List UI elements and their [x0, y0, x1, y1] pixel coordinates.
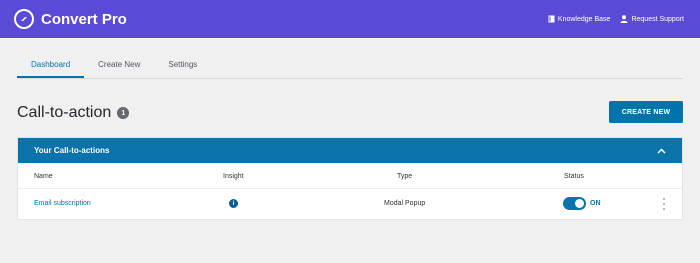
page-title: Call-to-action — [17, 104, 112, 121]
cta-panel: Your Call-to-actions Name Insight Type S… — [17, 137, 683, 220]
knowledge-base-link[interactable]: Knowledge Base — [548, 15, 611, 23]
tab-dashboard[interactable]: Dashboard — [17, 56, 85, 78]
column-status: Status — [564, 173, 584, 180]
person-icon — [620, 15, 628, 23]
knowledge-base-label: Knowledge Base — [557, 15, 611, 23]
title-row: Call-to-action 1 CREATE NEW — [17, 101, 683, 125]
nav-tabs: Dashboard Create New Settings — [17, 56, 683, 79]
column-insight: Insight — [223, 173, 244, 180]
top-header: Convert Pro Knowledge Base Request Suppo… — [0, 0, 700, 38]
column-name: Name — [34, 173, 53, 180]
brand[interactable]: Convert Pro — [14, 9, 127, 29]
convert-pro-logo-icon — [14, 9, 34, 29]
tab-create-new[interactable]: Create New — [84, 56, 154, 78]
table-row: Email subscription i Modal Popup ON — [18, 189, 682, 220]
table-header: Name Insight Type Status — [18, 163, 682, 189]
brand-name: Convert Pro — [41, 10, 127, 28]
info-icon[interactable]: i — [229, 199, 238, 208]
column-type: Type — [397, 173, 413, 180]
status-label: ON — [590, 200, 601, 207]
request-support-link[interactable]: Request Support — [620, 15, 684, 23]
create-new-button[interactable]: CREATE NEW — [609, 101, 683, 123]
panel-title: Your Call-to-actions — [34, 146, 110, 155]
panel-header[interactable]: Your Call-to-actions — [18, 138, 682, 163]
cta-name-link[interactable]: Email subscription — [34, 200, 91, 207]
cta-type: Modal Popup — [384, 200, 426, 207]
count-badge: 1 — [117, 107, 130, 119]
more-options-icon[interactable] — [662, 198, 666, 210]
tab-settings[interactable]: Settings — [154, 56, 211, 78]
status-toggle[interactable] — [563, 197, 586, 210]
book-icon — [548, 15, 555, 23]
request-support-label: Request Support — [631, 15, 684, 23]
toggle-knob — [575, 199, 584, 208]
chevron-up-icon[interactable] — [657, 147, 666, 154]
